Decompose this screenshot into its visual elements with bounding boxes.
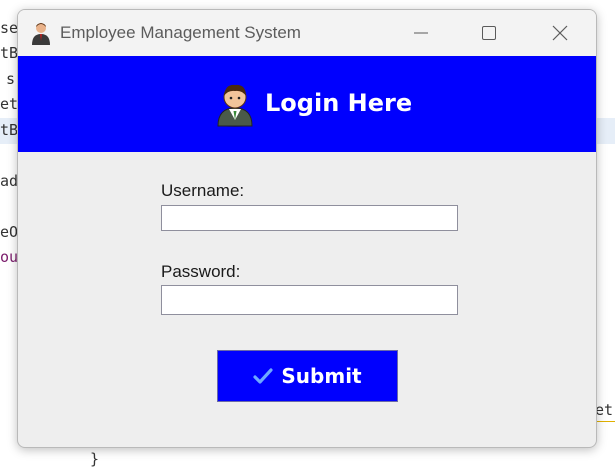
- maximize-button[interactable]: [466, 10, 512, 56]
- login-window: Employee Management System Login Here Us…: [17, 9, 597, 448]
- user-avatar-icon: [214, 80, 256, 128]
- minimize-icon: [414, 32, 428, 34]
- close-button[interactable]: [537, 10, 583, 56]
- close-icon: [552, 25, 568, 41]
- code-line: tB: [0, 121, 19, 139]
- title-bar[interactable]: Employee Management System: [18, 10, 596, 56]
- submit-label: Submit: [281, 364, 362, 388]
- login-heading: Login Here: [265, 89, 413, 117]
- java-duke-app-icon: [30, 21, 52, 45]
- code-line: se: [0, 19, 19, 37]
- maximize-icon: [482, 26, 496, 40]
- checkmark-icon: [253, 368, 273, 384]
- code-line: s: [6, 70, 16, 88]
- code-line: et: [595, 401, 614, 419]
- window-title: Employee Management System: [60, 23, 301, 42]
- warning-underline: [594, 418, 615, 422]
- submit-button[interactable]: Submit: [217, 350, 398, 402]
- code-line: ad: [0, 172, 19, 190]
- code-line: tB: [0, 44, 19, 62]
- username-field[interactable]: [161, 205, 458, 231]
- username-label: Username:: [161, 181, 245, 200]
- code-line: }: [90, 450, 100, 468]
- password-label: Password:: [161, 262, 241, 281]
- code-line: et: [0, 95, 19, 113]
- login-header-banner: Login Here: [18, 56, 596, 152]
- password-field[interactable]: [161, 285, 458, 315]
- minimize-button[interactable]: [398, 10, 444, 56]
- code-line: eO: [0, 223, 19, 241]
